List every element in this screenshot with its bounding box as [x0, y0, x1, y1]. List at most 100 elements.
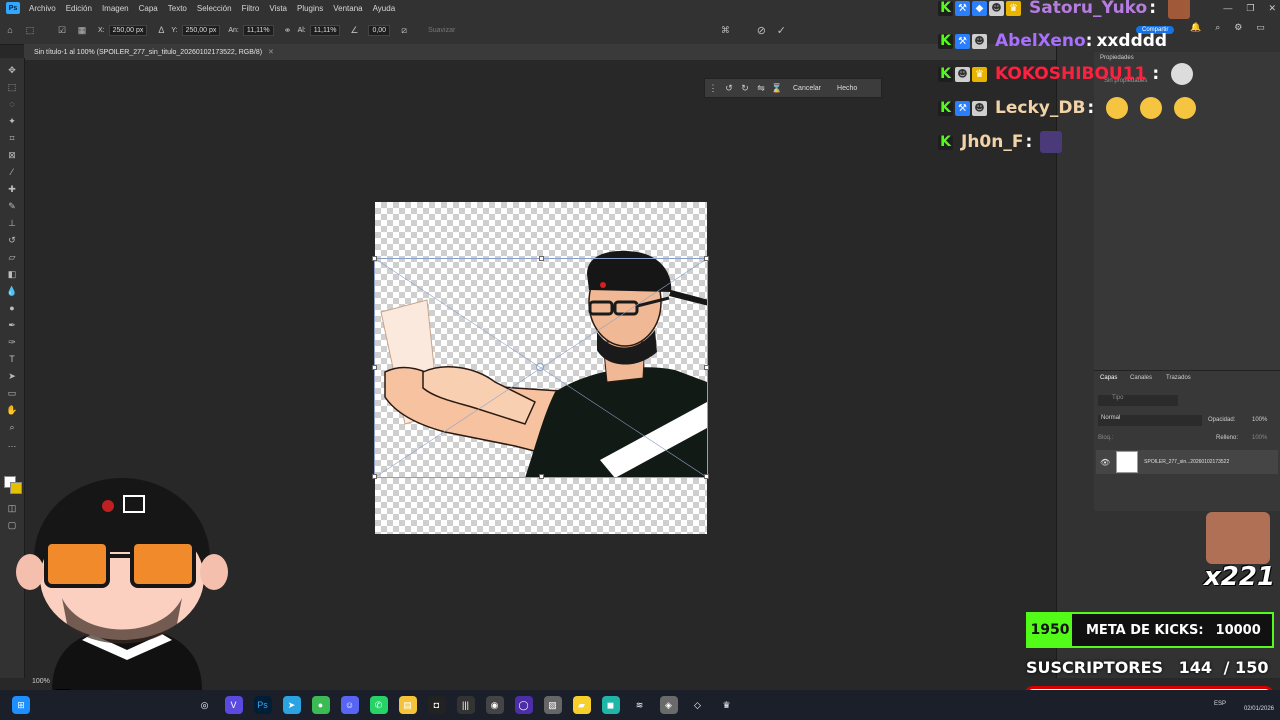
- transform-handle-left[interactable]: [372, 365, 377, 370]
- capcut-icon[interactable]: ◘: [427, 696, 446, 714]
- maximize-icon[interactable]: ❐: [1246, 3, 1254, 14]
- x-input[interactable]: 250,00 px: [108, 24, 148, 36]
- transform-handle-bottom[interactable]: [539, 474, 544, 479]
- eyedropper-icon[interactable]: ⁄: [6, 166, 18, 178]
- link-icon[interactable]: ⚭: [282, 24, 294, 36]
- path-selection-icon[interactable]: ➤: [6, 370, 18, 382]
- layer-row[interactable]: 👁 SPOILER_277_sin...20260102173522: [1096, 450, 1278, 474]
- interpolation-label[interactable]: Suavizar: [428, 27, 455, 34]
- menu-vista[interactable]: Vista: [264, 4, 292, 13]
- app-icon[interactable]: |||: [456, 696, 475, 714]
- dodge-tool-icon[interactable]: ●: [6, 302, 18, 314]
- notes-icon[interactable]: ▰: [572, 696, 591, 714]
- menu-archivo[interactable]: Archivo: [24, 4, 61, 13]
- photoshop-taskbar-icon[interactable]: Ps: [253, 696, 272, 714]
- layer-name[interactable]: SPOILER_277_sin...20260102173522: [1144, 459, 1229, 465]
- blur-tool-icon[interactable]: 💧: [6, 285, 18, 297]
- menu-capa[interactable]: Capa: [134, 4, 163, 13]
- rectangle-tool-icon[interactable]: ▭: [6, 387, 18, 399]
- transform-handle-top[interactable]: [539, 256, 544, 261]
- checkbox-icon[interactable]: ☑: [56, 24, 68, 36]
- windows-start-icon[interactable]: ⊞: [12, 696, 30, 714]
- transform-handle-bottom-right[interactable]: [704, 474, 709, 479]
- transform-handle-top-right[interactable]: [704, 256, 709, 261]
- transform-bounding-box[interactable]: [372, 256, 709, 479]
- rotate-right-icon[interactable]: ↻: [737, 83, 753, 94]
- whatsapp-icon[interactable]: ✆: [369, 696, 388, 714]
- transform-handle-top-left[interactable]: [372, 256, 377, 261]
- transform-pivot-icon[interactable]: [536, 363, 544, 371]
- crop-tool-icon[interactable]: ⌗: [6, 132, 18, 144]
- transform-handle-bottom-left[interactable]: [372, 474, 377, 479]
- marquee-tool-icon[interactable]: ⬚: [6, 81, 18, 93]
- hand-tool-icon[interactable]: ✋: [6, 404, 18, 416]
- image-app-icon[interactable]: ▧: [543, 696, 562, 714]
- magic-wand-icon[interactable]: ✦: [6, 115, 18, 127]
- rotate-left-icon[interactable]: ↺: [721, 83, 737, 94]
- workspace-icon[interactable]: ▭: [1256, 22, 1265, 33]
- document-tab[interactable]: Sin título-1 al 100% (SPOILER_277_sin_ti…: [24, 44, 1064, 60]
- eraser-tool-icon[interactable]: ▱: [6, 251, 18, 263]
- lasso-tool-icon[interactable]: ◌: [6, 98, 18, 110]
- menu-texto[interactable]: Texto: [163, 4, 192, 13]
- angle-input[interactable]: 0,00: [368, 24, 391, 36]
- cancel-transform-icon[interactable]: ⊘: [755, 24, 767, 37]
- opacity-input[interactable]: 100%: [1252, 417, 1267, 423]
- app-icon-7[interactable]: ♛: [718, 696, 736, 714]
- app-icon-5[interactable]: ◈: [659, 696, 678, 714]
- app-icon-6[interactable]: ◇: [689, 696, 707, 714]
- healing-brush-icon[interactable]: ✚: [6, 183, 18, 195]
- file-explorer-icon[interactable]: ▤: [398, 696, 417, 714]
- app-icon-4[interactable]: ≋: [631, 696, 649, 714]
- app-icon-3[interactable]: ◼: [601, 696, 620, 714]
- notifications-icon[interactable]: 🔔: [1190, 22, 1201, 33]
- taskbar-date[interactable]: 02/01/2026: [1244, 706, 1274, 712]
- width-input[interactable]: 11,11%: [242, 24, 274, 36]
- menu-ayuda[interactable]: Ayuda: [368, 4, 401, 13]
- discord-icon[interactable]: ☺: [340, 696, 359, 714]
- green-app-icon[interactable]: ●: [311, 696, 330, 714]
- flip-icon[interactable]: ⇋: [753, 83, 769, 94]
- reference-point-icon[interactable]: ▦: [76, 24, 88, 36]
- transform-handle-right[interactable]: [704, 365, 709, 370]
- gradient-tool-icon[interactable]: ◧: [6, 268, 18, 280]
- height-input[interactable]: 11,11%: [309, 24, 341, 36]
- tab-trazados[interactable]: Trazados: [1166, 375, 1191, 381]
- done-button[interactable]: Hecho: [829, 85, 865, 92]
- drag-handle-icon[interactable]: ⋮: [705, 83, 721, 94]
- type-tool-icon[interactable]: T: [6, 353, 18, 365]
- frame-tool-icon[interactable]: ⊠: [6, 149, 18, 161]
- menu-imagen[interactable]: Imagen: [97, 4, 134, 13]
- telegram-icon[interactable]: ➤: [282, 696, 301, 714]
- tab-canales[interactable]: Canales: [1130, 375, 1152, 381]
- history-brush-icon[interactable]: ↺: [6, 234, 18, 246]
- properties-tab[interactable]: Propiedades: [1100, 55, 1134, 61]
- home-icon[interactable]: ⌂: [4, 24, 16, 36]
- layer-search-input[interactable]: Tipo: [1098, 395, 1178, 406]
- chrome-icon[interactable]: ◎: [196, 696, 214, 714]
- stamp-tool-icon[interactable]: ⊥: [6, 217, 18, 229]
- menu-ventana[interactable]: Ventana: [328, 4, 367, 13]
- cancel-button[interactable]: Cancelar: [785, 85, 829, 92]
- keyboard-language[interactable]: ESP: [1214, 701, 1226, 707]
- settings-icon[interactable]: ⚙: [1234, 22, 1242, 33]
- close-window-icon[interactable]: ✕: [1268, 3, 1276, 14]
- transform-tool-icon[interactable]: ⬚: [24, 24, 36, 36]
- search-icon[interactable]: ⌕: [1215, 22, 1220, 33]
- obs-icon[interactable]: ◉: [485, 696, 504, 714]
- warp-mode-icon[interactable]: ⌛: [769, 83, 785, 94]
- menu-edicion[interactable]: Edición: [61, 4, 97, 13]
- fill-input[interactable]: 100%: [1252, 435, 1267, 441]
- blend-mode-select[interactable]: Normal: [1098, 415, 1202, 426]
- menu-filtro[interactable]: Filtro: [237, 4, 265, 13]
- minimize-icon[interactable]: —: [1223, 3, 1232, 13]
- commit-transform-icon[interactable]: ✓: [775, 24, 787, 37]
- warp-icon[interactable]: ⌘: [719, 24, 731, 36]
- pen-tool-icon[interactable]: ✒: [6, 319, 18, 331]
- menu-seleccion[interactable]: Selección: [192, 4, 237, 13]
- close-tab-icon[interactable]: ✕: [268, 48, 274, 56]
- vivaldi-icon[interactable]: V: [224, 696, 243, 714]
- visibility-eye-icon[interactable]: 👁: [1100, 458, 1110, 467]
- pen-tool-icon-2[interactable]: ✑: [6, 336, 18, 348]
- menu-plugins[interactable]: Plugins: [292, 4, 328, 13]
